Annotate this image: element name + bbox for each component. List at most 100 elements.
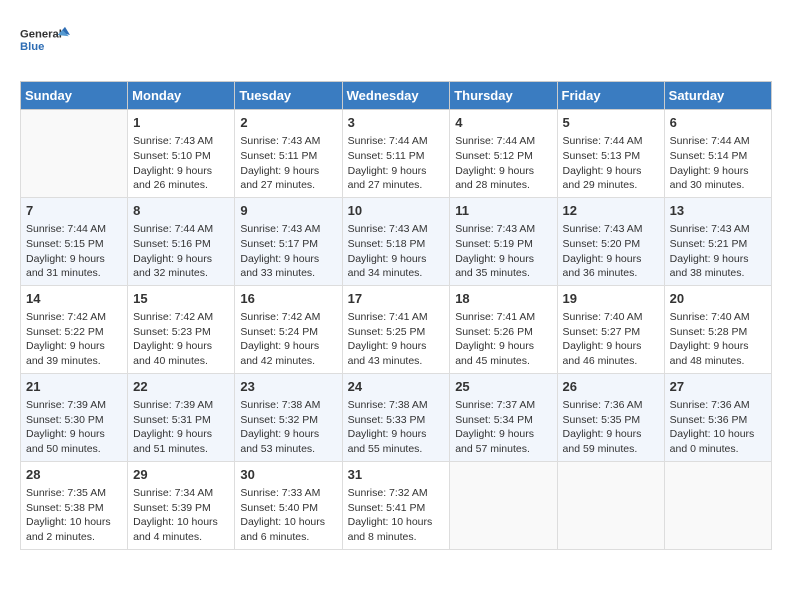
day-info: Sunrise: 7:43 AMSunset: 5:20 PMDaylight:… [563, 222, 659, 281]
day-number: 13 [670, 202, 766, 220]
day-cell: 1Sunrise: 7:43 AMSunset: 5:10 PMDaylight… [128, 110, 235, 198]
day-cell: 30Sunrise: 7:33 AMSunset: 5:40 PMDayligh… [235, 461, 342, 549]
col-header-monday: Monday [128, 82, 235, 110]
day-number: 24 [348, 378, 445, 396]
day-cell: 29 Sunrise: 7:34 AMSunset: 5:39 PMDayligh… [128, 461, 235, 549]
week-row-3: 14 Sunrise: 7:42 AMSunset: 5:22 PMDayligh… [21, 285, 772, 373]
day-number: 4 [455, 114, 551, 132]
day-info: Sunrise: 7:44 AMSunset: 5:16 PMDaylight:… [133, 222, 229, 281]
day-number: 1 [133, 114, 229, 132]
day-number: 6 [670, 114, 766, 132]
week-row-1: 1Sunrise: 7:43 AMSunset: 5:10 PMDaylight… [21, 110, 772, 198]
day-number: 16 [240, 290, 336, 308]
day-number: 30 [240, 466, 336, 484]
day-info: Sunrise: 7:39 AMSunset: 5:30 PMDaylight:… [26, 398, 122, 457]
day-info: Sunrise: 7:42 AMSunset: 5:23 PMDaylight:… [133, 310, 229, 369]
day-info: Sunrise: 7:43 AMSunset: 5:17 PMDaylight:… [240, 222, 336, 281]
day-cell: 21Sunrise: 7:39 AMSunset: 5:30 PMDayligh… [21, 373, 128, 461]
day-cell: 18Sunrise: 7:41 AMSunset: 5:26 PMDayligh… [450, 285, 557, 373]
day-info: Sunrise: 7:44 AMSunset: 5:12 PMDaylight:… [455, 134, 551, 193]
day-number: 7 [26, 202, 122, 220]
day-info: Sunrise: 7:36 AMSunset: 5:36 PMDaylight:… [670, 398, 766, 457]
day-cell: 13 Sunrise: 7:43 AMSunset: 5:21 PMDayligh… [664, 197, 771, 285]
day-info: Sunrise: 7:42 AMSunset: 5:22 PMDaylight:… [26, 310, 122, 369]
day-cell: 12 Sunrise: 7:43 AMSunset: 5:20 PMDayligh… [557, 197, 664, 285]
day-info: Sunrise: 7:39 AMSunset: 5:31 PMDaylight:… [133, 398, 229, 457]
day-number: 17 [348, 290, 445, 308]
day-cell [557, 461, 664, 549]
day-cell: 10Sunrise: 7:43 AMSunset: 5:18 PMDayligh… [342, 197, 450, 285]
day-cell: 23 Sunrise: 7:38 AMSunset: 5:32 PMDayligh… [235, 373, 342, 461]
day-info: Sunrise: 7:41 AMSunset: 5:25 PMDaylight:… [348, 310, 445, 369]
day-cell [450, 461, 557, 549]
day-info: Sunrise: 7:44 AMSunset: 5:11 PMDaylight:… [348, 134, 445, 193]
logo: General Blue [20, 20, 70, 65]
day-cell: 27 Sunrise: 7:36 AMSunset: 5:36 PMDayligh… [664, 373, 771, 461]
day-number: 27 [670, 378, 766, 396]
svg-text:General: General [20, 29, 62, 41]
day-info: Sunrise: 7:44 AMSunset: 5:15 PMDaylight:… [26, 222, 122, 281]
svg-text:Blue: Blue [20, 41, 44, 53]
day-cell: 9 Sunrise: 7:43 AMSunset: 5:17 PMDaylight… [235, 197, 342, 285]
day-number: 10 [348, 202, 445, 220]
col-header-saturday: Saturday [664, 82, 771, 110]
logo-bird-icon: General Blue [20, 20, 70, 65]
day-cell: 31 Sunrise: 7:32 AMSunset: 5:41 PMDayligh… [342, 461, 450, 549]
col-header-tuesday: Tuesday [235, 82, 342, 110]
day-cell: 3 Sunrise: 7:44 AMSunset: 5:11 PMDaylight… [342, 110, 450, 198]
day-number: 8 [133, 202, 229, 220]
day-info: Sunrise: 7:34 AMSunset: 5:39 PMDaylight:… [133, 486, 229, 545]
day-info: Sunrise: 7:43 AMSunset: 5:19 PMDaylight:… [455, 222, 551, 281]
day-info: Sunrise: 7:36 AMSunset: 5:35 PMDaylight:… [563, 398, 659, 457]
day-number: 20 [670, 290, 766, 308]
day-number: 29 [133, 466, 229, 484]
day-cell: 7 Sunrise: 7:44 AMSunset: 5:15 PMDaylight… [21, 197, 128, 285]
day-number: 5 [563, 114, 659, 132]
day-number: 22 [133, 378, 229, 396]
col-header-sunday: Sunday [21, 82, 128, 110]
day-number: 11 [455, 202, 551, 220]
day-info: Sunrise: 7:32 AMSunset: 5:41 PMDaylight:… [348, 486, 445, 545]
week-row-4: 21Sunrise: 7:39 AMSunset: 5:30 PMDayligh… [21, 373, 772, 461]
day-cell: 20Sunrise: 7:40 AMSunset: 5:28 PMDayligh… [664, 285, 771, 373]
day-number: 9 [240, 202, 336, 220]
day-info: Sunrise: 7:41 AMSunset: 5:26 PMDaylight:… [455, 310, 551, 369]
day-cell [664, 461, 771, 549]
day-number: 12 [563, 202, 659, 220]
day-cell: 4 Sunrise: 7:44 AMSunset: 5:12 PMDaylight… [450, 110, 557, 198]
day-info: Sunrise: 7:44 AMSunset: 5:13 PMDaylight:… [563, 134, 659, 193]
day-cell: 8 Sunrise: 7:44 AMSunset: 5:16 PMDaylight… [128, 197, 235, 285]
day-number: 31 [348, 466, 445, 484]
day-number: 3 [348, 114, 445, 132]
day-cell: 24 Sunrise: 7:38 AMSunset: 5:33 PMDayligh… [342, 373, 450, 461]
day-info: Sunrise: 7:43 AMSunset: 5:21 PMDaylight:… [670, 222, 766, 281]
day-info: Sunrise: 7:43 AMSunset: 5:11 PMDaylight:… [240, 134, 336, 193]
day-info: Sunrise: 7:38 AMSunset: 5:33 PMDaylight:… [348, 398, 445, 457]
day-cell: 17 Sunrise: 7:41 AMSunset: 5:25 PMDayligh… [342, 285, 450, 373]
day-number: 15 [133, 290, 229, 308]
day-cell: 28Sunrise: 7:35 AMSunset: 5:38 PMDayligh… [21, 461, 128, 549]
day-cell: 22 Sunrise: 7:39 AMSunset: 5:31 PMDayligh… [128, 373, 235, 461]
day-number: 14 [26, 290, 122, 308]
day-number: 28 [26, 466, 122, 484]
week-row-5: 28Sunrise: 7:35 AMSunset: 5:38 PMDayligh… [21, 461, 772, 549]
day-info: Sunrise: 7:38 AMSunset: 5:32 PMDaylight:… [240, 398, 336, 457]
day-number: 19 [563, 290, 659, 308]
day-number: 25 [455, 378, 551, 396]
day-number: 26 [563, 378, 659, 396]
col-header-friday: Friday [557, 82, 664, 110]
day-cell: 6Sunrise: 7:44 AMSunset: 5:14 PMDaylight… [664, 110, 771, 198]
day-cell: 5 Sunrise: 7:44 AMSunset: 5:13 PMDaylight… [557, 110, 664, 198]
col-header-wednesday: Wednesday [342, 82, 450, 110]
day-cell: 19 Sunrise: 7:40 AMSunset: 5:27 PMDayligh… [557, 285, 664, 373]
day-number: 2 [240, 114, 336, 132]
day-cell: 2 Sunrise: 7:43 AMSunset: 5:11 PMDaylight… [235, 110, 342, 198]
day-cell: 11 Sunrise: 7:43 AMSunset: 5:19 PMDayligh… [450, 197, 557, 285]
day-info: Sunrise: 7:40 AMSunset: 5:27 PMDaylight:… [563, 310, 659, 369]
col-header-thursday: Thursday [450, 82, 557, 110]
day-cell: 16Sunrise: 7:42 AMSunset: 5:24 PMDayligh… [235, 285, 342, 373]
calendar-table: SundayMondayTuesdayWednesdayThursdayFrid… [20, 81, 772, 550]
week-row-2: 7 Sunrise: 7:44 AMSunset: 5:15 PMDaylight… [21, 197, 772, 285]
day-number: 23 [240, 378, 336, 396]
calendar-header-row: SundayMondayTuesdayWednesdayThursdayFrid… [21, 82, 772, 110]
